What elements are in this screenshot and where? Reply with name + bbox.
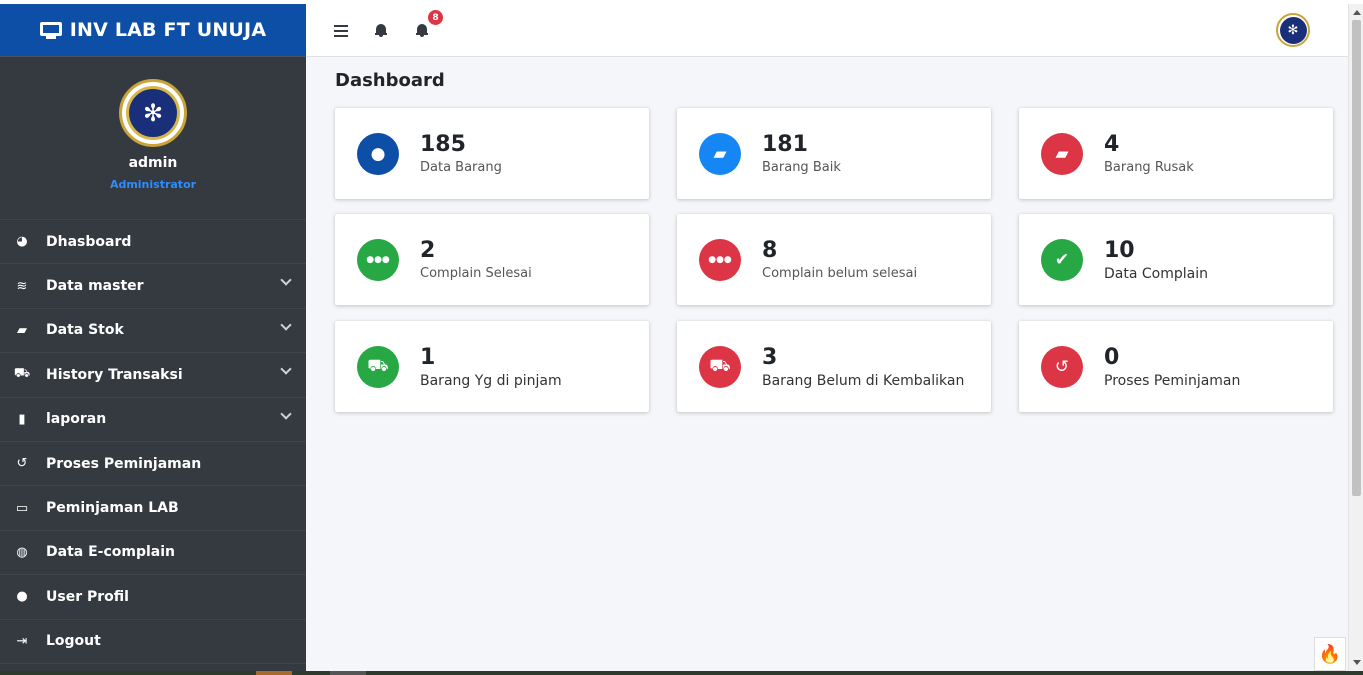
stat-value: 185 — [420, 132, 466, 157]
bell-icon — [375, 24, 387, 37]
sidebar-item-peminjaman-lab[interactable]: ▭ Peminjaman LAB — [0, 486, 306, 531]
sidebar-menu: ◕ Dhasboard ≋ Data master ▰ Data Stok ⛟ … — [0, 220, 306, 664]
stat-value: 2 — [420, 238, 436, 263]
page-title: Dashboard — [335, 70, 445, 91]
sidebar: INV LAB FT UNUJA ✻ admin Administrator ◕… — [0, 4, 306, 671]
sidebar-item-label: History Transaksi — [46, 366, 183, 383]
sidebar-toggle-button[interactable] — [334, 4, 348, 57]
stat-card-complain-belum-selesai[interactable]: ●●● 8 Complain belum selesai — [677, 214, 991, 305]
stat-value: 181 — [762, 132, 808, 157]
user-name: admin — [128, 155, 178, 171]
stat-label: Complain belum selesai — [762, 266, 918, 281]
stat-card-data-complain[interactable]: ✔ 10 Data Complain — [1019, 214, 1333, 305]
sidebar-item-label: laporan — [46, 411, 107, 428]
fire-icon[interactable]: 🔥 — [1314, 637, 1346, 671]
briefcase-icon: ▰ — [17, 322, 27, 338]
sidebar-item-laporan[interactable]: ▮ laporan — [0, 398, 306, 442]
user-menu-avatar[interactable]: ✻ — [1276, 13, 1310, 47]
sidebar-item-label: Data E-complain — [46, 544, 175, 561]
sidebar-item-data-e-complain[interactable]: ◍ Data E-complain — [0, 531, 306, 576]
stat-card-barang-baik[interactable]: ▰ 181 Barang Baik — [677, 108, 991, 199]
chevron-down-icon — [280, 274, 292, 287]
stat-label: Barang Baik — [762, 160, 841, 175]
history-icon: ↺ — [16, 456, 28, 472]
sidebar-item-label: Data Stok — [46, 322, 124, 339]
user-panel: ✻ admin Administrator — [0, 57, 306, 220]
scroll-thumb[interactable] — [1352, 20, 1361, 496]
cart-icon: ⛟ — [13, 366, 31, 382]
desktop-icon: ▭ — [15, 500, 29, 516]
avatar[interactable]: ✻ — [119, 79, 187, 147]
bell-button[interactable] — [375, 4, 387, 57]
sidebar-item-label: Data master — [46, 278, 144, 295]
notification-badge: 8 — [428, 10, 443, 25]
stat-label: Proses Peminjaman — [1104, 372, 1241, 389]
taskbar-edge — [0, 671, 1363, 675]
chevron-down-icon — [280, 407, 292, 420]
comments-icon: ◍ — [16, 544, 28, 560]
page-scrollbar[interactable] — [1348, 4, 1363, 671]
sidebar-item-label: Proses Peminjaman — [46, 455, 202, 472]
desktop-icon — [39, 21, 62, 39]
stat-value: 1 — [420, 344, 436, 370]
stat-label: Barang Yg di pinjam — [420, 372, 562, 389]
university-logo-icon: ✻ — [142, 99, 164, 127]
sign-out-icon: ⇥ — [16, 633, 28, 649]
sidebar-item-user-profil[interactable]: ● User Profil — [0, 575, 306, 620]
stat-value: 8 — [762, 238, 778, 263]
top-navbar: 8 ✻ — [306, 4, 1348, 57]
sidebar-item-label: Dhasboard — [46, 233, 132, 250]
stat-label: Complain Selesai — [420, 266, 532, 281]
notifications-button[interactable]: 8 — [416, 4, 443, 57]
sidebar-item-proses-peminjaman[interactable]: ↺ Proses Peminjaman — [0, 442, 306, 487]
database-icon: ≋ — [16, 278, 28, 294]
stat-value: 10 — [1104, 237, 1135, 263]
stat-value: 0 — [1104, 344, 1120, 370]
brand-link[interactable]: INV LAB FT UNUJA — [0, 4, 306, 57]
stat-card-complain-selesai[interactable]: ●●● 2 Complain Selesai — [335, 214, 649, 305]
sidebar-item-label: Logout — [46, 633, 101, 650]
sidebar-item-data-stok[interactable]: ▰ Data Stok — [0, 309, 306, 354]
users-icon: ●●● — [357, 238, 399, 281]
sidebar-item-data-master[interactable]: ≋ Data master — [0, 264, 306, 309]
stat-card-proses-peminjaman[interactable]: ↺ 0 Proses Peminjaman — [1019, 321, 1333, 412]
sidebar-item-logout[interactable]: ⇥ Logout — [0, 620, 306, 664]
brand-title: INV LAB FT UNUJA — [69, 19, 267, 41]
stat-label: Barang Rusak — [1104, 160, 1194, 175]
sidebar-item-label: User Profil — [46, 588, 129, 605]
sidebar-item-label: Peminjaman LAB — [46, 500, 179, 517]
stat-card-data-barang[interactable]: ● 185 Data Barang — [335, 108, 649, 199]
cart-icon: ⛟ — [357, 345, 399, 388]
briefcase-icon: ▰ — [1041, 132, 1083, 175]
sidebar-item-history-transaksi[interactable]: ⛟ History Transaksi — [0, 353, 306, 398]
briefcase-icon: ▰ — [699, 132, 741, 175]
stat-card-barang-rusak[interactable]: ▰ 4 Barang Rusak — [1019, 108, 1333, 199]
chevron-down-icon — [280, 363, 292, 375]
user-role: Administrator — [109, 178, 197, 191]
stat-card-barang-dipinjam[interactable]: ⛟ 1 Barang Yg di pinjam — [335, 321, 649, 412]
check-icon: ✔ — [1041, 238, 1083, 281]
user-icon: ● — [16, 589, 28, 605]
history-icon: ↺ — [1041, 345, 1083, 388]
university-logo-icon: ✻ — [1287, 22, 1299, 38]
stat-value: 4 — [1104, 132, 1120, 157]
bell-icon — [416, 24, 428, 37]
sidebar-item-dashboard[interactable]: ◕ Dhasboard — [0, 220, 306, 265]
stat-value: 3 — [762, 344, 778, 370]
scroll-down-arrow-icon[interactable] — [1353, 660, 1361, 665]
stat-label: Barang Belum di Kembalikan — [762, 372, 965, 389]
user-icon: ● — [357, 132, 399, 175]
users-icon: ●●● — [699, 238, 741, 281]
cart-icon: ⛟ — [699, 345, 741, 388]
stat-label: Data Complain — [1104, 265, 1208, 282]
stat-card-barang-belum-kembali[interactable]: ⛟ 3 Barang Belum di Kembalikan — [677, 321, 991, 412]
stat-label: Data Barang — [420, 160, 502, 175]
file-icon: ▮ — [18, 411, 26, 427]
chevron-down-icon — [280, 319, 292, 331]
scroll-up-arrow-icon[interactable] — [1353, 10, 1361, 15]
tachometer-icon: ◕ — [16, 234, 28, 250]
hamburger-icon — [334, 24, 348, 37]
